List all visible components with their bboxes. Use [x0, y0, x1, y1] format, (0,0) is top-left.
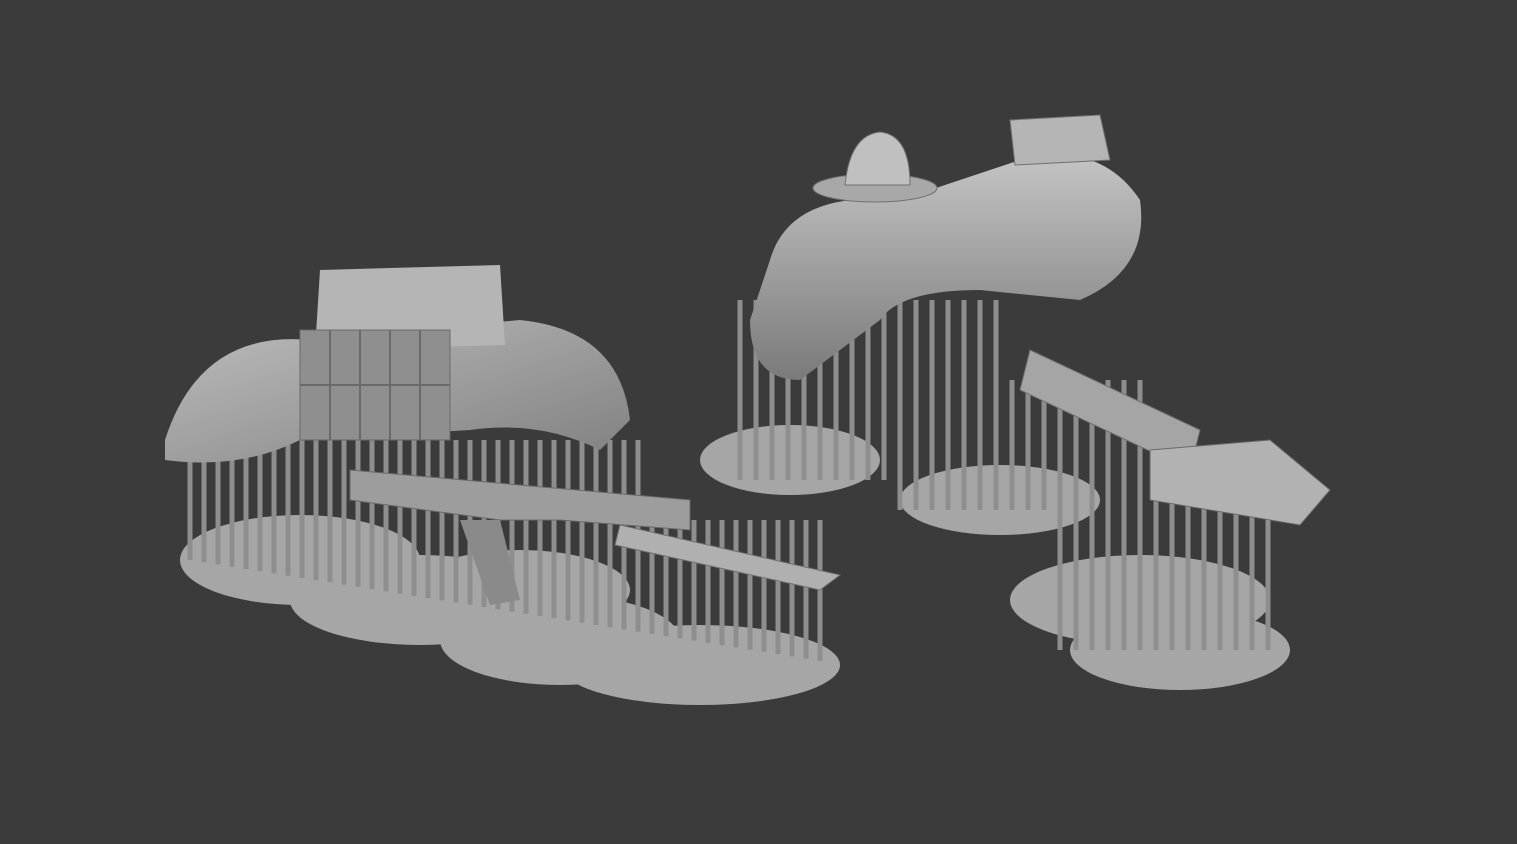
helmet [812, 131, 938, 203]
shoulder-pad [1009, 114, 1111, 166]
render-viewport [165, 114, 1331, 705]
mechanical-hand [1149, 439, 1331, 526]
